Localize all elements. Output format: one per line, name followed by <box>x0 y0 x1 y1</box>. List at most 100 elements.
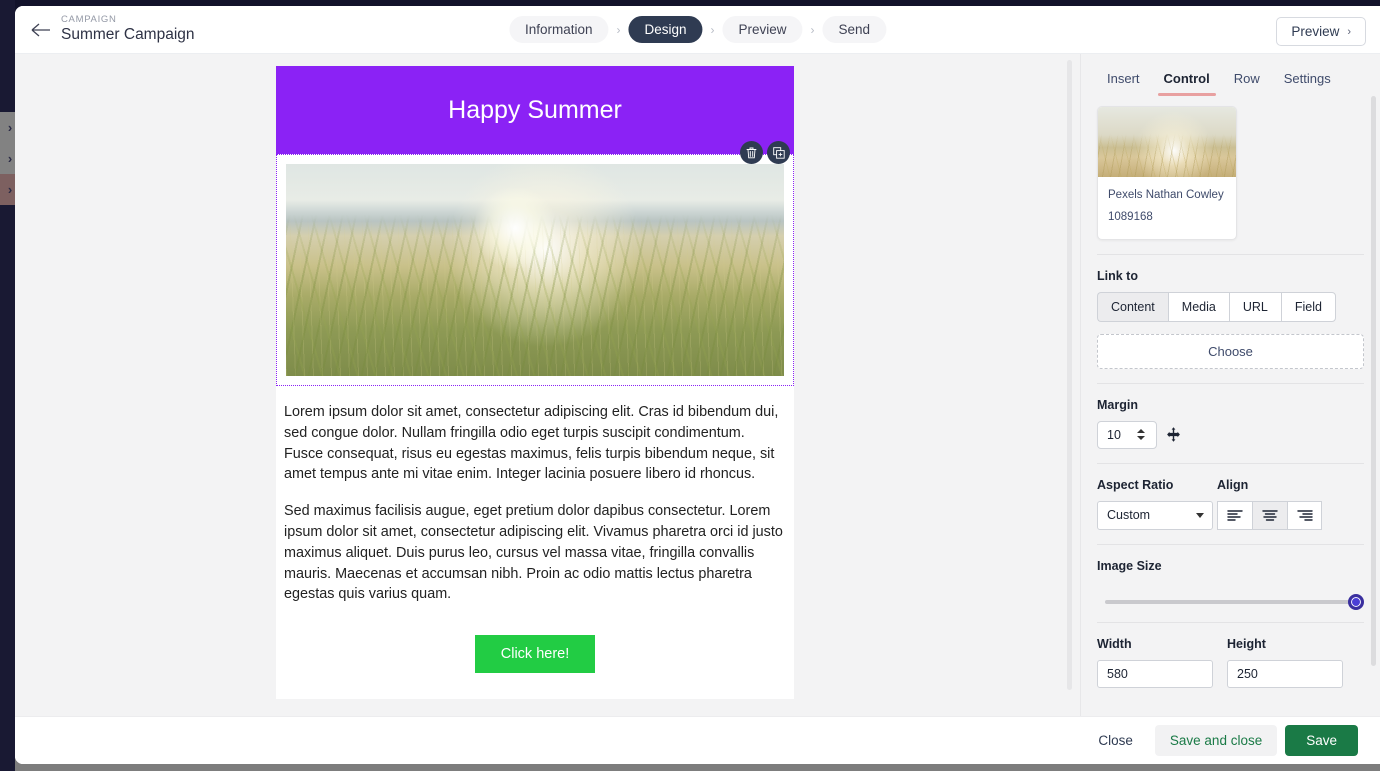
block-toolbar <box>740 141 790 164</box>
aspect-ratio-group: Aspect Ratio Custom <box>1097 464 1217 530</box>
choose-button[interactable]: Choose <box>1097 333 1364 369</box>
link-to-segmented: Content Media URL Field <box>1097 291 1364 322</box>
aspect-ratio-select[interactable]: Custom <box>1097 500 1213 530</box>
app-screen: › › › CAMPAIGN Summer Campaign Informati… <box>0 0 1380 771</box>
step-preview[interactable]: Preview <box>722 16 803 43</box>
email-canvas: Happy Summer Lorem ipsum dolor sit amet,… <box>15 54 1080 709</box>
chevron-right-icon: › <box>7 151 13 166</box>
step-separator: › <box>616 22 621 37</box>
control-panel-content: Pexels Nathan Cowley 1089168 Link to Con… <box>1081 96 1380 708</box>
move-arrows-icon <box>1167 427 1180 442</box>
width-height-row: Width Height <box>1097 623 1380 688</box>
step-information[interactable]: Information <box>508 16 609 43</box>
header-eyebrow: CAMPAIGN <box>61 14 117 26</box>
margin-stepper[interactable] <box>1134 429 1150 441</box>
width-label: Width <box>1097 636 1132 651</box>
image-size-slider[interactable] <box>1097 582 1364 610</box>
email-paragraph-1: Lorem ipsum dolor sit amet, consectetur … <box>284 404 779 483</box>
email-image <box>286 164 784 376</box>
aspect-ratio-label: Aspect Ratio <box>1097 477 1174 492</box>
email-paragraph-2: Sed maximus facilisis augue, eget pretiu… <box>284 503 783 603</box>
aspect-ratio-value: Custom <box>1107 508 1151 523</box>
asset-id: 1089168 <box>1108 210 1153 223</box>
app-header: CAMPAIGN Summer Campaign Information › D… <box>15 6 1380 54</box>
header-title-block: CAMPAIGN Summer Campaign <box>61 14 195 44</box>
align-center-icon <box>1262 510 1278 521</box>
step-send[interactable]: Send <box>822 16 887 43</box>
height-input[interactable] <box>1228 660 1380 687</box>
wizard-steps: Information › Design › Preview › Send <box>508 16 887 43</box>
canvas-scrollbar[interactable] <box>1067 60 1072 690</box>
margin-label: Margin <box>1097 397 1138 412</box>
email-hero-block[interactable]: Happy Summer <box>276 66 794 154</box>
inspector-panel: Insert Control Row Settings Pexels Natha… <box>1080 54 1380 764</box>
align-center-button[interactable] <box>1252 500 1287 530</box>
divider <box>1097 543 1364 545</box>
asset-meta: Pexels Nathan Cowley 1089168 <box>1098 177 1236 239</box>
arrow-left-icon <box>31 23 50 36</box>
asset-thumbnail <box>1098 107 1236 177</box>
align-group-wrapper: Align <box>1217 464 1364 530</box>
align-button-group <box>1217 500 1364 530</box>
step-separator: › <box>710 22 715 37</box>
margin-input-wrapper <box>1097 420 1157 449</box>
margin-input[interactable] <box>1098 427 1134 442</box>
aspect-align-row: Aspect Ratio Custom Align <box>1097 464 1364 530</box>
cta-button[interactable]: Click here! <box>474 635 596 674</box>
align-right-button[interactable] <box>1287 500 1322 530</box>
height-input-wrapper <box>1227 659 1380 688</box>
caret-up-icon <box>1136 429 1145 434</box>
link-to-url-button[interactable]: URL <box>1228 291 1281 322</box>
body-area: Happy Summer Lorem ipsum dolor sit amet,… <box>15 54 1380 764</box>
tab-settings[interactable]: Settings <box>1272 63 1343 96</box>
divider <box>1097 253 1364 255</box>
chevron-right-icon: › <box>7 120 13 135</box>
asset-author: Pexels Nathan Cowley <box>1108 189 1224 201</box>
save-button[interactable]: Save <box>1285 725 1358 756</box>
email-cta-block[interactable]: Click here! <box>276 627 794 699</box>
duplicate-block-button[interactable] <box>767 141 790 164</box>
delete-block-button[interactable] <box>740 141 763 164</box>
step-design[interactable]: Design <box>628 16 703 43</box>
align-label: Align <box>1217 477 1249 492</box>
tab-insert[interactable]: Insert <box>1095 63 1152 96</box>
tab-control[interactable]: Control <box>1152 63 1222 96</box>
page-title: Summer Campaign <box>61 26 195 44</box>
align-right-icon <box>1296 510 1313 521</box>
chevron-right-icon: › <box>1347 25 1351 38</box>
duplicate-icon <box>772 146 785 159</box>
width-group: Width <box>1097 623 1276 688</box>
preview-button-label: Preview <box>1291 24 1340 39</box>
slider-handle[interactable] <box>1348 593 1364 610</box>
back-button[interactable] <box>21 23 61 37</box>
align-left-button[interactable] <box>1217 500 1252 530</box>
trash-icon <box>746 147 757 158</box>
link-to-field-button[interactable]: Field <box>1280 291 1336 322</box>
email-document: Happy Summer Lorem ipsum dolor sit amet,… <box>276 66 794 700</box>
main-window: CAMPAIGN Summer Campaign Information › D… <box>15 6 1380 764</box>
caret-down-icon <box>1136 436 1145 441</box>
margin-move-button[interactable] <box>1165 426 1182 443</box>
align-left-icon <box>1227 510 1243 521</box>
email-copy-block[interactable]: Lorem ipsum dolor sit amet, consectetur … <box>276 386 794 627</box>
preview-button[interactable]: Preview › <box>1276 17 1366 46</box>
footer-bar: Close Save and close Save <box>15 716 1380 764</box>
image-size-label: Image Size <box>1097 558 1162 573</box>
slider-track <box>1105 593 1364 610</box>
tab-row[interactable]: Row <box>1222 63 1272 96</box>
inspector-scrollbar[interactable] <box>1371 96 1376 666</box>
close-button[interactable]: Close <box>1084 725 1147 756</box>
link-to-label: Link to <box>1097 268 1138 283</box>
height-label: Height <box>1227 636 1266 651</box>
email-image-block-selected[interactable] <box>276 141 794 386</box>
margin-row <box>1097 420 1364 449</box>
step-separator: › <box>810 22 815 37</box>
selected-asset-card[interactable]: Pexels Nathan Cowley 1089168 <box>1097 106 1237 240</box>
height-group: Height <box>1227 623 1380 688</box>
link-to-content-button[interactable]: Content <box>1097 291 1168 322</box>
save-and-close-button[interactable]: Save and close <box>1154 725 1278 756</box>
link-to-media-button[interactable]: Media <box>1167 291 1229 322</box>
width-input-wrapper <box>1097 659 1276 688</box>
chevron-right-icon: › <box>7 182 13 197</box>
inspector-tabs: Insert Control Row Settings <box>1081 54 1380 96</box>
